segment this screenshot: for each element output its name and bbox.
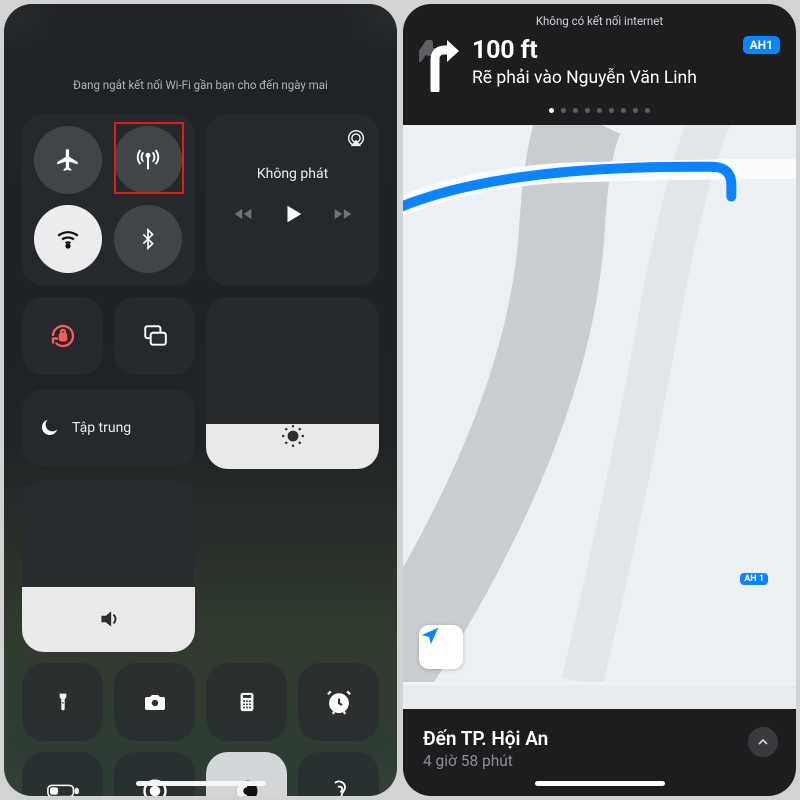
volume-icon [96, 606, 122, 632]
home-indicator[interactable] [535, 781, 665, 786]
screen-record-button[interactable] [114, 752, 195, 796]
map-canvas[interactable]: AH 1 [403, 125, 796, 685]
expand-card-button[interactable] [748, 727, 778, 757]
media-next-button[interactable] [332, 204, 354, 228]
hearing-button[interactable] [298, 752, 379, 796]
media-play-button[interactable] [282, 202, 304, 230]
media-prev-button[interactable] [232, 204, 254, 228]
media-title: Không phát [218, 166, 367, 182]
screen-mirror-icon [140, 323, 170, 349]
control-center-screen: Đang ngắt kết nối Wi-Fi gần bạn cho đến … [4, 4, 397, 796]
screen-mirroring-button[interactable] [114, 297, 195, 375]
ear-icon [327, 777, 351, 796]
nav-page-dots[interactable] [419, 108, 780, 113]
media-playback-group: Không phát [206, 114, 379, 286]
moon-icon [38, 417, 60, 439]
cellular-data-toggle[interactable] [114, 126, 182, 194]
low-power-button[interactable] [22, 752, 103, 796]
flashlight-icon [53, 688, 73, 716]
dark-mode-icon [233, 777, 261, 796]
calculator-icon [236, 688, 258, 716]
destination-eta: 4 giờ 58 phút [423, 752, 776, 770]
wifi-disconnect-message: Đang ngắt kết nối Wi-Fi gần bạn cho đến … [22, 78, 379, 92]
airplane-icon [55, 147, 81, 173]
focus-label: Tập trung [72, 420, 131, 436]
airplay-button[interactable] [345, 128, 367, 154]
low-power-icon [46, 782, 80, 796]
dark-mode-button[interactable] [206, 752, 287, 796]
airplay-icon [345, 128, 367, 150]
bluetooth-toggle[interactable] [114, 205, 182, 273]
route-badge: AH1 [743, 36, 780, 54]
destination-title: Đến TP. Hội An [423, 727, 776, 750]
brightness-icon [280, 423, 306, 449]
calculator-button[interactable] [206, 663, 287, 741]
wifi-icon [55, 226, 81, 252]
maps-navigation-screen: Không có kết nối internet 100 ft Rẽ phải… [403, 4, 796, 796]
volume-slider[interactable] [22, 480, 195, 652]
prev-track-icon [232, 204, 254, 224]
home-indicator[interactable] [136, 781, 266, 786]
bluetooth-icon [137, 226, 159, 252]
cellular-tower-icon [134, 146, 162, 174]
recenter-button[interactable] [419, 625, 463, 669]
focus-button[interactable]: Tập trung [22, 389, 195, 467]
rotation-lock-icon [48, 321, 78, 351]
offline-message: Không có kết nối internet [419, 14, 780, 28]
destination-card[interactable]: Đến TP. Hội An 4 giờ 58 phút [403, 709, 796, 796]
turn-right-icon [419, 40, 459, 96]
airplane-mode-toggle[interactable] [34, 126, 102, 194]
camera-icon [141, 690, 169, 714]
alarm-button[interactable] [298, 663, 379, 741]
alarm-clock-icon [325, 688, 353, 716]
nav-distance: 100 ft [472, 36, 697, 65]
wifi-toggle[interactable] [34, 205, 102, 273]
nav-instruction: Rẽ phải vào Nguyễn Văn Linh [472, 67, 697, 89]
nav-banner: Không có kết nối internet 100 ft Rẽ phải… [403, 4, 796, 125]
map-route-badge: AH 1 [740, 573, 768, 585]
location-arrow-icon [419, 625, 441, 647]
flashlight-button[interactable] [22, 663, 103, 741]
next-track-icon [332, 204, 354, 224]
connectivity-group [22, 114, 195, 286]
chevron-up-icon [755, 734, 771, 750]
brightness-slider[interactable] [206, 297, 379, 469]
rotation-lock-button[interactable] [22, 297, 103, 375]
record-icon [141, 777, 169, 796]
camera-button[interactable] [114, 663, 195, 741]
play-icon [282, 202, 304, 226]
